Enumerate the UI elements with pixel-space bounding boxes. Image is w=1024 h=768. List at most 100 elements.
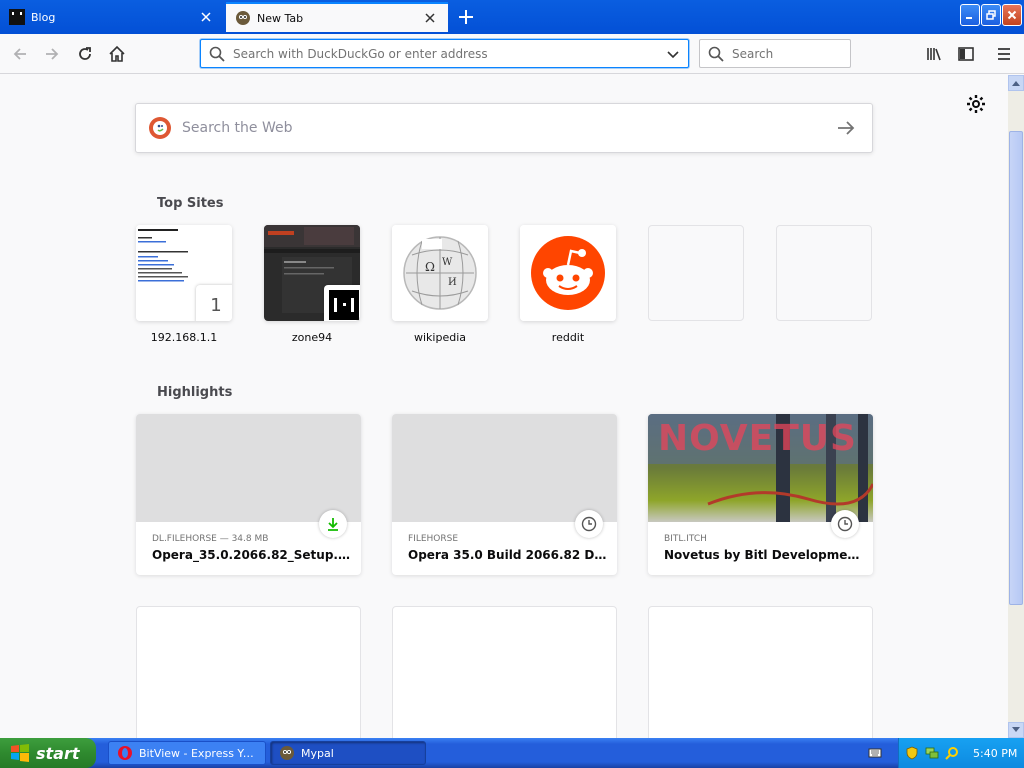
arrow-right-icon[interactable]: [834, 116, 858, 140]
keyboard-icon[interactable]: [868, 746, 882, 760]
home-button[interactable]: [103, 40, 131, 68]
highlight-source: DL.FILEHORSE — 34.8 MB: [152, 534, 269, 544]
window-controls: [960, 4, 1022, 26]
close-tab-icon[interactable]: [422, 10, 438, 26]
chevron-down-icon[interactable]: [666, 47, 680, 61]
close-window-button[interactable]: [1002, 4, 1022, 26]
tab-new-tab[interactable]: New Tab: [226, 2, 448, 32]
reload-button[interactable]: [71, 40, 99, 68]
site-label: wikipedia: [413, 331, 466, 344]
clock: 5:40 PM: [973, 746, 1018, 760]
site-thumbnail[interactable]: Ω W И: [392, 225, 488, 321]
taskbar: start BitView - Express You... Mypal 5:4…: [0, 738, 1024, 768]
empty-highlight-slot: [136, 606, 361, 738]
top-site-reddit[interactable]: reddit: [520, 225, 616, 344]
search-tray-icon[interactable]: [945, 746, 959, 760]
top-site-wikipedia[interactable]: Ω W И wikipedia: [392, 225, 488, 344]
empty-highlight-slot: [392, 606, 617, 738]
svg-text:W: W: [442, 257, 453, 268]
new-tab-button[interactable]: [452, 4, 480, 30]
title-bar: Blog New Tab: [0, 0, 1024, 34]
site-thumbnail[interactable]: 1: [136, 225, 232, 321]
scroll-up-button[interactable]: [1008, 75, 1024, 91]
clock-icon: [831, 510, 859, 538]
tab-blog[interactable]: Blog: [0, 2, 224, 32]
highlight-card[interactable]: NOVETUS BITL.ITCH Novetus by Bitl Develo…: [648, 414, 873, 575]
url-bar[interactable]: [200, 39, 689, 68]
sidebar-icon: [958, 47, 974, 61]
search-icon: [209, 46, 225, 62]
empty-highlight-slot: [648, 606, 873, 738]
plus-icon: [459, 10, 473, 24]
back-button[interactable]: [6, 40, 34, 68]
home-icon: [109, 45, 125, 62]
url-input[interactable]: [233, 46, 666, 61]
top-site-empty[interactable]: [776, 225, 872, 321]
svg-text:И: И: [448, 277, 457, 288]
highlight-card[interactable]: DL.FILEHORSE — 34.8 MB Opera_35.0.2066.8…: [136, 414, 361, 575]
reddit-logo-icon: [520, 225, 616, 321]
web-search-box[interactable]: [135, 103, 873, 153]
highlight-title: Opera 35.0 Build 2066.82 Download…: [408, 548, 608, 562]
start-button[interactable]: start: [0, 738, 96, 768]
mypal-favicon-icon: [236, 11, 250, 25]
search-icon: [708, 46, 724, 62]
wikipedia-globe-icon: Ω W И: [392, 225, 488, 321]
empty-site-slot[interactable]: [648, 225, 744, 321]
menu-button[interactable]: [990, 40, 1018, 68]
scrollbar-thumb[interactable]: [1009, 131, 1023, 605]
taskbar-item-mypal[interactable]: Mypal: [270, 741, 426, 765]
top-site-192-168-1-1[interactable]: 1 192.168.1.1: [136, 225, 232, 344]
site-badge: 1: [196, 285, 232, 321]
forward-button[interactable]: [38, 40, 66, 68]
start-label: start: [36, 743, 80, 763]
network-icon[interactable]: [925, 746, 939, 760]
scroll-down-button[interactable]: [1008, 722, 1024, 738]
taskbar-item-bitview[interactable]: BitView - Express You...: [108, 741, 266, 765]
empty-site-slot[interactable]: [776, 225, 872, 321]
top-site-zone94[interactable]: zone94: [264, 225, 360, 344]
scroll-up-arrow-icon: [1012, 81, 1020, 86]
thumbnail-text: NOVETUS: [658, 418, 857, 459]
sidebar-button[interactable]: [952, 40, 980, 68]
blog-favicon-icon: [9, 9, 25, 25]
close-icon: [1007, 10, 1017, 20]
taskbar-item-label: Mypal: [301, 746, 334, 760]
forward-arrow-icon: [46, 48, 59, 60]
vertical-scrollbar[interactable]: [1008, 75, 1024, 738]
close-tab-icon[interactable]: [198, 9, 214, 25]
scroll-down-arrow-icon: [1012, 727, 1020, 732]
clock-icon: [575, 510, 603, 538]
back-arrow-icon: [13, 48, 26, 60]
duckduckgo-icon: [149, 117, 171, 139]
search-input[interactable]: [732, 46, 832, 61]
site-thumbnail[interactable]: [264, 225, 360, 321]
minimize-button[interactable]: [960, 4, 980, 26]
highlight-title: Opera_35.0.2066.82_Setup.exe: [152, 548, 352, 562]
site-label: reddit: [551, 331, 585, 344]
search-bar[interactable]: [699, 39, 851, 68]
library-button[interactable]: [920, 40, 948, 68]
highlight-thumbnail: [136, 414, 361, 522]
taskbar-item-label: BitView - Express You...: [139, 746, 257, 760]
mypal-icon: [280, 746, 294, 760]
minimize-icon: [966, 17, 972, 19]
zone94-favicon-icon: [324, 285, 360, 321]
highlight-thumbnail: [392, 414, 617, 522]
highlight-card[interactable]: FILEHORSE Opera 35.0 Build 2066.82 Downl…: [392, 414, 617, 575]
web-search-input[interactable]: [182, 120, 834, 136]
reload-icon: [79, 47, 91, 60]
top-site-empty[interactable]: [648, 225, 744, 321]
top-sites-heading: Top Sites: [157, 196, 224, 211]
library-icon: [927, 48, 941, 61]
highlights-heading: Highlights: [157, 385, 233, 400]
restore-button[interactable]: [981, 4, 1001, 26]
restore-icon: [986, 10, 996, 20]
site-label: zone94: [291, 331, 333, 344]
svg-text:Ω: Ω: [425, 260, 435, 274]
highlight-source: BITL.ITCH: [664, 534, 707, 544]
highlight-thumbnail: NOVETUS: [648, 414, 873, 522]
shield-icon[interactable]: [905, 746, 919, 760]
gear-icon[interactable]: [966, 94, 986, 114]
site-thumbnail[interactable]: [520, 225, 616, 321]
